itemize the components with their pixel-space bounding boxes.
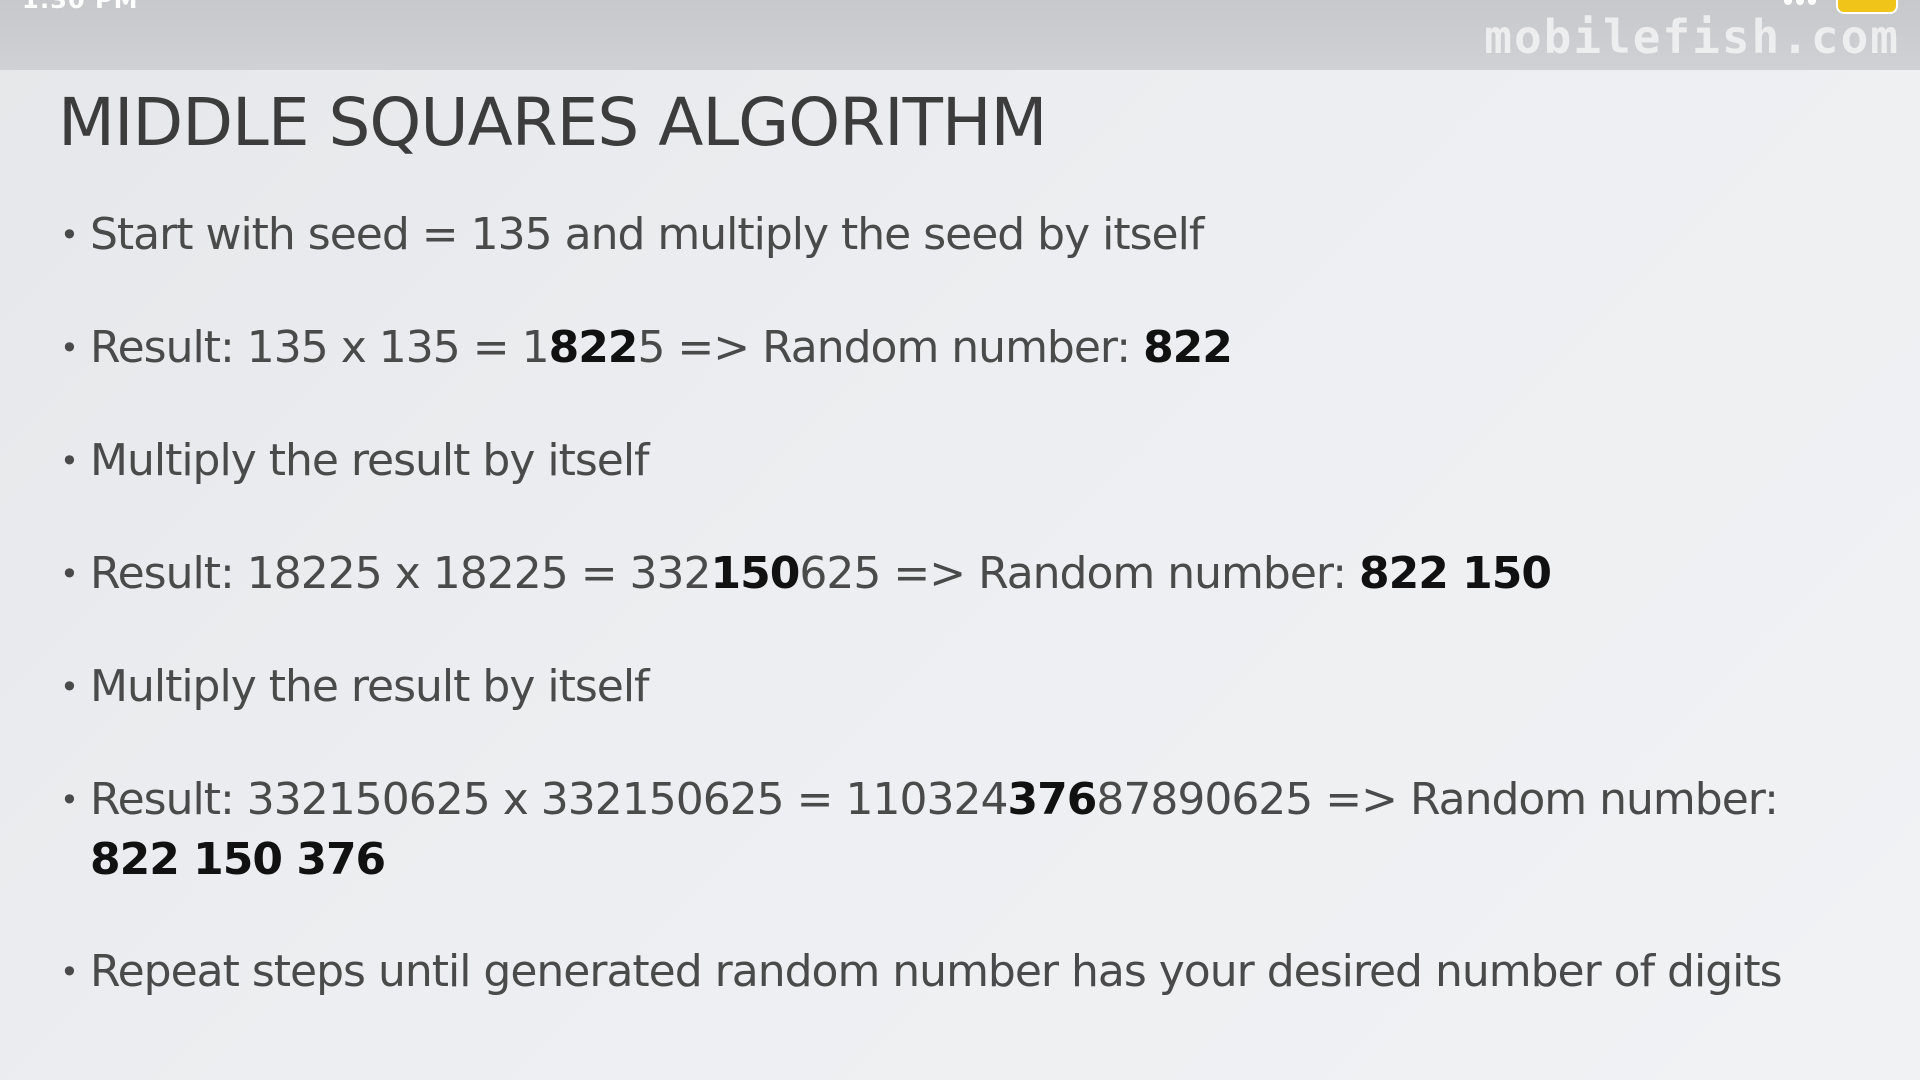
bullet-suffix: 5 => Random number: [637, 322, 1144, 373]
bullet-item: Multiply the result by itself [58, 431, 650, 491]
watermark: mobilefish.com [1484, 10, 1900, 64]
status-time: 1:30 PM [22, 0, 139, 14]
bullet-text: Multiply the result by itself [90, 661, 650, 712]
more-dots-icon [1784, 0, 1818, 8]
random-number: 822 [1143, 322, 1233, 373]
bullet-item: Multiply the result by itself [58, 657, 650, 717]
bullet-highlight: 150 [710, 548, 801, 599]
bullet-text: Start with seed = 135 and multiply the s… [90, 209, 1204, 260]
bullet-text: Repeat steps until generated random numb… [90, 946, 1783, 997]
bullet-item: Start with seed = 135 and multiply the s… [58, 205, 1204, 265]
status-bar: 1:30 PM mobilefish.com [0, 0, 1920, 70]
bullet-item: Repeat steps until generated random numb… [58, 942, 1783, 1002]
bullet-prefix: Result: 135 x 135 = 1 [90, 322, 550, 373]
screen: 1:30 PM mobilefish.com MIDDLE SQUARES AL… [0, 0, 1920, 1080]
random-number: 822 150 [1359, 548, 1552, 599]
bullet-suffix: 625 => Random number: [799, 548, 1360, 599]
bullet-prefix: Result: 332150625 x 332150625 = 110324 [90, 774, 1008, 825]
bullet-suffix: 87890625 => Random number: [1096, 774, 1779, 825]
bullet-text: Multiply the result by itself [90, 435, 650, 486]
slide-title: MIDDLE SQUARES ALGORITHM [58, 84, 1047, 161]
random-number: 822 150 376 [90, 834, 386, 885]
bullet-highlight: 822 [548, 322, 639, 373]
bullet-item: Result: 135 x 135 = 18225 => Random numb… [58, 318, 1233, 378]
bullet-prefix: Result: 18225 x 18225 = 332 [90, 548, 712, 599]
bullet-highlight: 376 [1007, 774, 1097, 825]
bullet-item: Result: 332150625 x 332150625 = 11032437… [58, 770, 1779, 890]
bullet-item: Result: 18225 x 18225 = 332150625 => Ran… [58, 544, 1552, 604]
